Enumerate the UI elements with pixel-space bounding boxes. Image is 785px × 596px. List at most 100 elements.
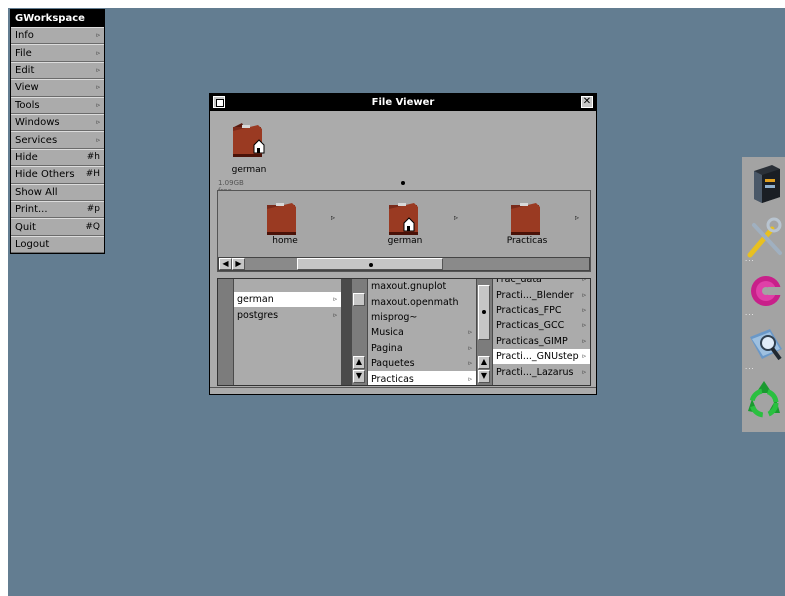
scroll-down-button[interactable]: ▼ (353, 370, 365, 383)
shortcut-label: #h (86, 151, 100, 162)
list-item[interactable]: Musica ▹ (368, 325, 476, 340)
dock-item-tools[interactable]: ... (742, 211, 785, 265)
list-item[interactable]: Practi..._GNUstep ▹ (493, 348, 590, 365)
list-item[interactable]: Paquetes ▹ (368, 356, 476, 371)
list-item[interactable]: Practi..._Lazarus ▹ (493, 364, 590, 379)
shortcut-label: #p (86, 204, 100, 215)
window-resize-bar[interactable] (210, 387, 596, 394)
knob-dimple (369, 263, 373, 267)
scroll-knob[interactable] (478, 285, 490, 340)
menu-item-quit[interactable]: Quit #Q (11, 218, 104, 236)
scroll-knob[interactable] (353, 293, 365, 306)
branch-arrow-icon: ▹ (468, 343, 472, 352)
window-titlebar[interactable]: File Viewer ✕ (210, 94, 596, 111)
recycler-icon (748, 381, 780, 418)
dock-dots: ... (745, 309, 755, 317)
submenu-arrow-icon: ▹ (96, 118, 100, 127)
shelf-scrollbar[interactable]: ◀ ▶ (218, 257, 590, 271)
menu-item-tools[interactable]: Tools ▹ (11, 96, 104, 114)
dock-dots: ... (745, 255, 755, 263)
list-item[interactable]: Practicas_GCC ▹ (493, 318, 590, 333)
submenu-arrow-icon: ▹ (96, 65, 100, 74)
branch-arrow-icon: ▹ (582, 290, 586, 299)
dock: ... ... ... (742, 157, 785, 432)
submenu-arrow-icon: ▹ (96, 48, 100, 57)
submenu-arrow-icon: ▹ (96, 83, 100, 92)
branch-arrow-icon: ▹ (582, 279, 586, 284)
column-3-list: Frac_data ▹ Practi..._Blender ▹ Practicas_… (493, 279, 590, 385)
column-1-list: german ▹ postgres ▹ (234, 279, 341, 385)
main-menu: GWorkspace Info ▹ File ▹ Edit ▹ View ▹ Tools… (10, 9, 105, 255)
dock-item-recycler[interactable] (742, 373, 785, 427)
home-folder-icon[interactable] (262, 197, 304, 240)
menu-item-edit[interactable]: Edit ▹ (11, 61, 104, 80)
branch-arrow-icon: ▹ (582, 305, 586, 314)
knob-dimple (482, 310, 486, 314)
column-3-scroll-content: Frac_data ▹ Practi..._Blender ▹ Practicas_… (493, 279, 590, 380)
branch-arrow-icon: ▹ (333, 295, 337, 304)
dock-item-search[interactable]: ... (742, 319, 785, 373)
scroll-right-button[interactable]: ▶ (232, 258, 245, 270)
current-folder-icon[interactable] (228, 119, 270, 162)
list-item[interactable]: maxout.gnuplot (368, 279, 476, 294)
shortcut-label: #H (85, 169, 100, 180)
column-2-scrollbar[interactable]: ▲ ▼ (352, 279, 367, 385)
menu-item-file[interactable]: File ▹ (11, 44, 104, 62)
branch-arrow-icon: ▹ (468, 328, 472, 337)
workspace-icon (754, 165, 780, 203)
dock-dots: ... (745, 363, 755, 371)
menu-item-info[interactable]: Info ▹ (11, 27, 104, 45)
dock-item-workspace[interactable] (742, 157, 785, 211)
shelf-item-home[interactable]: home (254, 236, 316, 246)
list-item[interactable]: Practicas_GIMP ▹ (493, 334, 590, 349)
branch-arrow-icon: ▹ (582, 367, 586, 376)
menu-item-hide[interactable]: Hide #h (11, 148, 104, 167)
list-item[interactable]: Practi..._Blender ▹ (493, 287, 590, 302)
list-item[interactable]: german ▹ (234, 292, 341, 308)
window-title: File Viewer (371, 97, 435, 108)
scroll-down-button[interactable]: ▼ (478, 370, 490, 383)
list-item[interactable]: Practicas_FPC ▹ (493, 303, 590, 318)
branch-arrow-icon: ▹ (333, 310, 337, 319)
submenu-arrow-icon: ▹ (96, 100, 100, 109)
path-indicator-dot (401, 181, 405, 185)
list-item[interactable]: Frac_data ▹ (493, 279, 590, 287)
list-item[interactable]: misprog~ (368, 310, 476, 325)
scroll-up-button[interactable]: ▲ (353, 356, 365, 369)
menu-item-windows[interactable]: Windows ▹ (11, 113, 104, 132)
path-arrow-icon: ▹ (575, 213, 580, 222)
scroll-knob[interactable] (297, 258, 443, 270)
current-folder-name: german (231, 165, 267, 175)
list-item[interactable]: maxout.openmath (368, 294, 476, 309)
submenu-arrow-icon: ▹ (96, 135, 100, 144)
column-browser: german ▹ postgres ▹ ▲ ▼ maxout.gnuplot max… (217, 278, 591, 386)
scroll-up-button[interactable]: ▲ (478, 356, 490, 369)
menu-item-logout[interactable]: Logout (11, 235, 104, 254)
list-item[interactable]: Pagina ▹ (368, 341, 476, 356)
menu-item-hide-others[interactable]: Hide Others #H (11, 166, 104, 184)
menu-title[interactable]: GWorkspace (11, 10, 104, 27)
column-1-scrollbar[interactable] (218, 279, 233, 385)
branch-arrow-icon: ▹ (582, 352, 586, 361)
column-3-scrollbar[interactable]: ▲ ▼ (477, 279, 492, 385)
close-button[interactable]: ✕ (581, 96, 593, 108)
menu-item-show-all[interactable]: Show All (11, 183, 104, 201)
german-folder-icon[interactable] (384, 197, 426, 240)
submenu-arrow-icon: ▹ (96, 31, 100, 40)
menu-item-services[interactable]: Services ▹ (11, 131, 104, 149)
branch-arrow-icon: ▹ (468, 374, 472, 383)
branch-arrow-icon: ▹ (468, 359, 472, 368)
menu-item-view[interactable]: View ▹ (11, 79, 104, 97)
list-item[interactable]: Practicas ▹ (368, 371, 476, 385)
branch-arrow-icon: ▹ (582, 321, 586, 330)
shelf-item-practicas[interactable]: Practicas (496, 236, 558, 246)
file-viewer-window: File Viewer ✕ german 1.09GB free home ▹ (209, 93, 597, 395)
column-2-list: maxout.gnuplot maxout.openmath misprog~ … (368, 279, 476, 385)
shelf-item-german[interactable]: german (374, 236, 436, 246)
branch-arrow-icon: ▹ (582, 336, 586, 345)
list-item[interactable]: postgres ▹ (234, 307, 341, 322)
menu-item-print[interactable]: Print... #p (11, 200, 104, 219)
practicas-folder-icon[interactable] (506, 197, 548, 240)
scroll-left-button[interactable]: ◀ (219, 258, 232, 270)
dock-item-disc[interactable]: ... (742, 265, 785, 319)
